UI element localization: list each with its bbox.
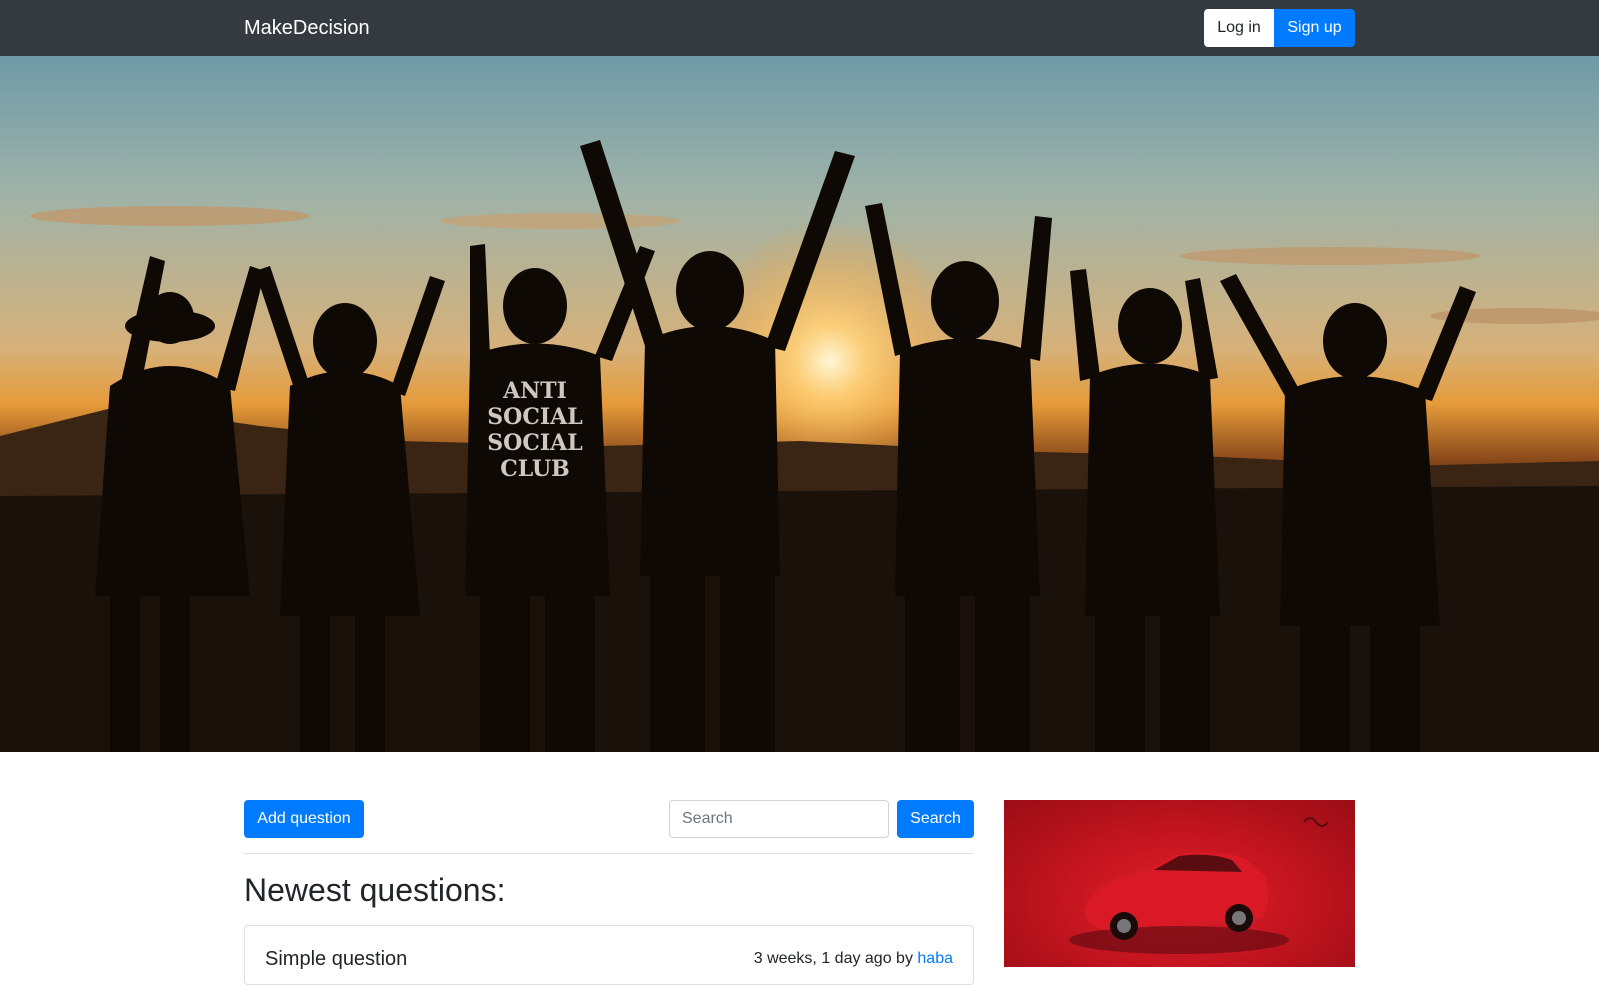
hero-image: ANTI SOCIAL SOCIAL CLUB <box>0 56 1599 752</box>
shirt-text-line: SOCIAL <box>487 404 582 430</box>
signup-button[interactable]: Sign up <box>1274 9 1355 47</box>
question-title[interactable]: Simple question <box>265 948 407 971</box>
divider <box>244 853 974 854</box>
question-author-link[interactable]: haba <box>917 950 953 967</box>
shirt-text-line: SOCIAL <box>487 430 582 456</box>
car-illustration <box>1069 817 1329 954</box>
shirt-text-line: ANTI <box>502 378 567 404</box>
search-input[interactable] <box>669 800 889 838</box>
section-title: Newest questions: <box>244 872 506 908</box>
top-navbar: MakeDecision Log in Sign up <box>0 0 1599 56</box>
sidebar-ad-image[interactable] <box>1004 800 1355 967</box>
search-button[interactable]: Search <box>897 800 974 838</box>
login-button[interactable]: Log in <box>1204 9 1274 47</box>
hero-silhouette-illustration: ANTI SOCIAL SOCIAL CLUB <box>0 140 1599 752</box>
brand-link[interactable]: MakeDecision <box>244 15 370 41</box>
question-card[interactable]: Simple question 3 weeks, 1 day ago by ha… <box>244 925 974 985</box>
add-question-button[interactable]: Add question <box>244 800 364 838</box>
shirt-text-line: CLUB <box>500 456 570 482</box>
question-time: 3 weeks, 1 day ago by <box>753 950 913 967</box>
question-meta: 3 weeks, 1 day ago by haba <box>754 950 953 968</box>
